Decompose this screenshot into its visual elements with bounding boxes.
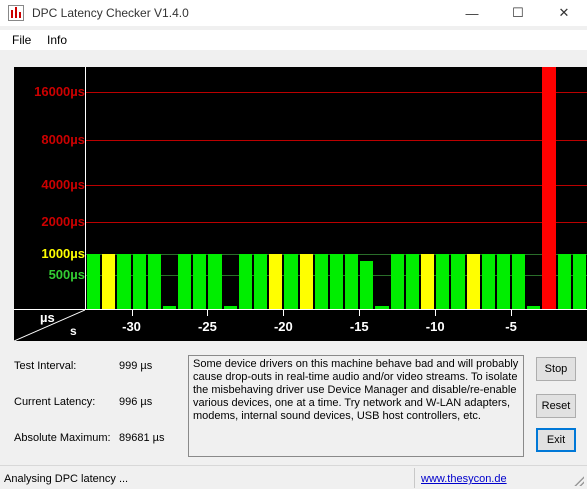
y-tick-label: 500µs bbox=[48, 267, 85, 282]
status-separator bbox=[414, 468, 415, 488]
latency-bar bbox=[132, 254, 146, 309]
app-window: DPC Latency Checker V1.4.0 — ☐ ✕ File In… bbox=[0, 0, 587, 489]
x-tick bbox=[511, 310, 513, 316]
latency-bar bbox=[436, 254, 450, 309]
latency-bar bbox=[557, 254, 571, 309]
latency-chart: µs s 16000µs 8000µs 4000µs 2000µs 1000µs 500µ… bbox=[13, 67, 587, 342]
latency-bar bbox=[299, 254, 313, 309]
x-axis-line bbox=[14, 309, 587, 310]
close-icon: ✕ bbox=[558, 5, 570, 20]
latency-bar bbox=[193, 254, 207, 309]
menu-info[interactable]: Info bbox=[47, 33, 67, 47]
status-bar: Analysing DPC latency ... www.thesycon.d… bbox=[0, 465, 587, 489]
latency-bar bbox=[254, 254, 268, 309]
y-unit-label: µs bbox=[40, 310, 55, 325]
close-button[interactable]: ✕ bbox=[541, 0, 587, 26]
latency-bar bbox=[162, 306, 177, 309]
test-interval-value: 999 µs bbox=[119, 360, 153, 372]
latency-bar bbox=[87, 254, 101, 309]
latency-bar bbox=[360, 260, 374, 309]
gridline bbox=[86, 185, 587, 186]
x-tick-label: -15 bbox=[349, 319, 369, 334]
menu-file[interactable]: File bbox=[12, 33, 31, 47]
latency-bar bbox=[572, 254, 586, 309]
x-unit-label: s bbox=[70, 324, 77, 338]
latency-bar bbox=[527, 306, 541, 309]
maximize-button[interactable]: ☐ bbox=[495, 0, 541, 26]
status-text: Analysing DPC latency ... bbox=[4, 473, 129, 485]
x-tick bbox=[283, 310, 285, 316]
title-bar[interactable]: DPC Latency Checker V1.4.0 — ☐ ✕ bbox=[0, 0, 587, 26]
y-tick-label: 2000µs bbox=[41, 214, 85, 229]
latency-bar bbox=[269, 254, 283, 309]
x-tick-label: -10 bbox=[425, 319, 445, 334]
x-tick-label: -30 bbox=[122, 319, 141, 334]
latency-bar bbox=[314, 254, 328, 309]
resize-grip-icon[interactable] bbox=[574, 476, 584, 486]
latency-bar bbox=[102, 254, 116, 309]
x-tick bbox=[359, 310, 361, 316]
minimize-icon: — bbox=[465, 5, 479, 21]
latency-bar bbox=[117, 254, 131, 309]
latency-bar bbox=[542, 67, 556, 309]
latency-bar bbox=[375, 306, 389, 309]
x-tick bbox=[435, 310, 437, 316]
menu-bar: File Info bbox=[0, 30, 587, 50]
x-tick-label: -25 bbox=[198, 319, 217, 334]
y-tick-label: 8000µs bbox=[41, 132, 85, 147]
latency-bar bbox=[512, 254, 526, 309]
window-title: DPC Latency Checker V1.4.0 bbox=[32, 6, 189, 20]
stop-button[interactable]: Stop bbox=[536, 357, 576, 381]
x-tick bbox=[131, 310, 133, 316]
latency-bar bbox=[147, 254, 161, 309]
reset-button[interactable]: Reset bbox=[536, 394, 576, 418]
current-latency-value: 996 µs bbox=[119, 396, 153, 408]
latency-bar bbox=[345, 254, 359, 309]
latency-bar bbox=[208, 254, 222, 309]
latency-bar bbox=[496, 254, 511, 309]
y-axis-line bbox=[85, 67, 86, 309]
absolute-maximum-label: Absolute Maximum: bbox=[14, 432, 111, 444]
latency-bar bbox=[223, 306, 237, 309]
latency-bar bbox=[390, 254, 404, 309]
latency-bar bbox=[451, 254, 465, 309]
gridline bbox=[86, 140, 587, 141]
minimize-button[interactable]: — bbox=[449, 0, 495, 26]
test-interval-label: Test Interval: bbox=[14, 360, 77, 372]
latency-bar bbox=[466, 254, 480, 309]
y-tick-label: 16000µs bbox=[34, 84, 85, 99]
latency-bar bbox=[421, 254, 435, 309]
y-tick-label: 4000µs bbox=[41, 177, 85, 192]
absolute-maximum-value: 89681 µs bbox=[119, 432, 165, 444]
latency-bar bbox=[178, 254, 192, 309]
message-text: Some device drivers on this machine beha… bbox=[188, 355, 524, 457]
website-link[interactable]: www.thesycon.de bbox=[421, 473, 507, 485]
latency-bar bbox=[405, 254, 419, 309]
x-tick bbox=[207, 310, 209, 316]
x-tick-label: -20 bbox=[273, 319, 293, 334]
gridline bbox=[86, 92, 587, 93]
latency-bar bbox=[329, 254, 344, 309]
current-latency-label: Current Latency: bbox=[14, 396, 96, 408]
gridline bbox=[86, 222, 587, 223]
exit-button[interactable]: Exit bbox=[536, 428, 576, 452]
latency-bar bbox=[284, 254, 298, 309]
maximize-icon: ☐ bbox=[512, 5, 524, 20]
app-icon bbox=[8, 5, 24, 21]
latency-bar bbox=[238, 254, 252, 309]
latency-bar bbox=[481, 254, 495, 309]
x-tick-label: -5 bbox=[505, 319, 517, 334]
y-tick-label: 1000µs bbox=[41, 246, 85, 261]
